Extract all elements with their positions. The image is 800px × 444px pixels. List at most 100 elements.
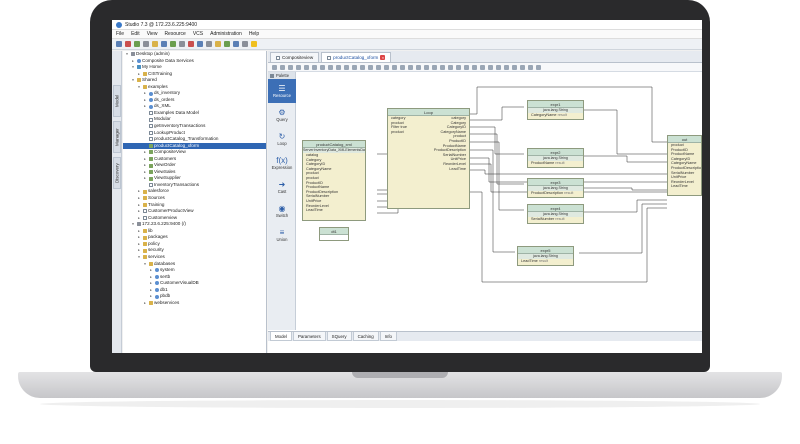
menu-item-vcs[interactable]: VCS (193, 31, 203, 37)
editor-toolbar-icon[interactable] (344, 64, 349, 70)
toolbar-icon[interactable] (224, 41, 230, 47)
toolbar-icon[interactable] (116, 41, 122, 47)
toolbar-icon[interactable] (161, 41, 167, 47)
bottom-tab-model[interactable]: Model (270, 332, 292, 341)
node-field[interactable]: LeadTime result (518, 259, 573, 264)
editor-toolbar-icon[interactable] (472, 64, 477, 70)
editor-toolbar-icon[interactable] (328, 64, 333, 70)
node-field[interactable]: LeadTime (668, 184, 701, 189)
expand-toggle-icon[interactable]: ▾ (131, 64, 135, 71)
palette-item-union[interactable]: ≡ Union (268, 223, 296, 247)
editor-tab[interactable]: productCatalog_xform × (321, 52, 392, 62)
expand-toggle-icon[interactable]: ▸ (143, 300, 147, 307)
menu-item-edit[interactable]: Edit (131, 31, 140, 37)
toolbar-icon[interactable] (134, 41, 140, 47)
expand-toggle-icon[interactable]: ▸ (149, 293, 153, 300)
editor-toolbar-icon[interactable] (488, 64, 493, 70)
palette-item-expression[interactable]: f(x) Expression (268, 151, 296, 175)
menu-item-file[interactable]: File (116, 31, 124, 37)
editor-toolbar-icon[interactable] (360, 64, 365, 70)
toolbar-icon[interactable] (242, 41, 248, 47)
editor-toolbar-icon[interactable] (288, 64, 293, 70)
palette-item-switch[interactable]: ◉ Switch (268, 199, 296, 223)
node-field[interactable]: CategoryName result (528, 113, 583, 118)
editor-toolbar-icon[interactable] (424, 64, 429, 70)
toolbar-icon[interactable] (215, 41, 221, 47)
editor-toolbar-icon[interactable] (320, 64, 325, 70)
node-source[interactable]: productCatalog_xml ServerInventoryData_X… (302, 140, 366, 221)
node-expression[interactable]: expr5 java.lang.String LeadTime result (517, 246, 574, 266)
expand-toggle-icon[interactable]: ▸ (143, 103, 147, 110)
expand-toggle-icon[interactable]: ▸ (137, 71, 141, 78)
editor-tab[interactable]: Compositeview (270, 52, 320, 62)
expand-toggle-icon[interactable]: ▸ (143, 175, 147, 182)
rail-tab-model[interactable]: Model (113, 85, 121, 117)
toolbar-icon[interactable] (206, 41, 212, 47)
editor-toolbar-icon[interactable] (496, 64, 501, 70)
resource-tree[interactable]: ▾ Desktop (admin) ▸ Composite Data Services… (123, 51, 267, 353)
editor-toolbar-icon[interactable] (504, 64, 509, 70)
toolbar-icon[interactable] (170, 41, 176, 47)
editor-toolbar-icon[interactable] (400, 64, 405, 70)
expand-toggle-icon[interactable]: ▾ (131, 221, 135, 228)
model-canvas[interactable]: productCatalog_xml ServerInventoryData_X… (297, 72, 702, 330)
node-field[interactable]: LeadTime (427, 167, 466, 172)
toolbar-icon[interactable] (143, 41, 149, 47)
expand-toggle-icon[interactable]: ▾ (137, 254, 141, 261)
node-expression[interactable]: expr4 java.lang.String SerialNumber result (527, 204, 584, 224)
toolbar-icon[interactable] (233, 41, 239, 47)
rail-tab-manager[interactable]: Manager (113, 121, 121, 153)
editor-toolbar-icon[interactable] (536, 64, 541, 70)
toolbar-icon[interactable] (251, 41, 257, 47)
toolbar-icon[interactable] (188, 41, 194, 47)
node-field[interactable]: product (388, 130, 427, 135)
expand-toggle-icon[interactable]: ▾ (131, 77, 135, 84)
bottom-tab-caching[interactable]: Caching (352, 332, 379, 341)
editor-toolbar-icon[interactable] (416, 64, 421, 70)
editor-toolbar-icon[interactable] (440, 64, 445, 70)
editor-toolbar-icon[interactable] (384, 64, 389, 70)
tree-item[interactable]: ▸ webservices (123, 300, 266, 307)
editor-toolbar-icon[interactable] (376, 64, 381, 70)
expand-toggle-icon[interactable]: ▾ (137, 84, 141, 91)
node-field[interactable]: LeadTime (303, 208, 365, 213)
editor-toolbar-icon[interactable] (368, 64, 373, 70)
node-field[interactable]: SerialNumber result (528, 217, 583, 222)
close-icon[interactable]: × (380, 55, 386, 60)
node-field[interactable]: ProductDescription (668, 166, 701, 171)
toolbar-icon[interactable] (197, 41, 203, 47)
editor-toolbar-icon[interactable] (464, 64, 469, 70)
editor-toolbar-icon[interactable] (304, 64, 309, 70)
menu-item-help[interactable]: Help (249, 31, 259, 37)
node-expression[interactable]: expr3 java.lang.String ProductDescription … (527, 178, 584, 198)
editor-toolbar-icon[interactable] (432, 64, 437, 70)
expand-toggle-icon[interactable]: ▾ (125, 51, 129, 58)
node-loop[interactable]: Loop category product Filter true product c… (387, 108, 470, 209)
node-expression[interactable]: expr2 java.lang.String ProductName result (527, 148, 584, 168)
editor-toolbar-icon[interactable] (280, 64, 285, 70)
editor-toolbar-icon[interactable] (528, 64, 533, 70)
node-field[interactable]: ProductName result (528, 161, 583, 166)
bottom-tab-parameters[interactable]: Parameters (292, 332, 326, 341)
bottom-tab-squery[interactable]: SQuery (326, 332, 352, 341)
palette-item-cast[interactable]: ➜ Cast (268, 175, 296, 199)
bottom-tab-info[interactable]: Info (379, 332, 397, 341)
expand-toggle-icon[interactable]: ▸ (137, 215, 141, 222)
node-field[interactable]: ProductDescription result (528, 191, 583, 196)
editor-toolbar-icon[interactable] (272, 64, 277, 70)
node-expression[interactable]: expr1 java.lang.String CategoryName result (527, 100, 584, 120)
menu-item-view[interactable]: View (147, 31, 158, 37)
palette-item-query[interactable]: ⚙ Query (268, 103, 296, 127)
node-small[interactable]: dt1 (319, 227, 349, 241)
expand-toggle-icon[interactable]: ▾ (143, 261, 147, 268)
editor-toolbar-icon[interactable] (336, 64, 341, 70)
editor-toolbar-icon[interactable] (448, 64, 453, 70)
editor-toolbar-icon[interactable] (408, 64, 413, 70)
editor-toolbar-icon[interactable] (312, 64, 317, 70)
palette-item-resource[interactable]: ☰ Resource (268, 79, 296, 103)
editor-toolbar-icon[interactable] (296, 64, 301, 70)
node-target[interactable]: out product ProductID ProductName CategoryI… (667, 135, 702, 196)
editor-toolbar-icon[interactable] (520, 64, 525, 70)
toolbar-icon[interactable] (125, 41, 131, 47)
rail-tab-discovery[interactable]: Discovery (113, 157, 121, 189)
